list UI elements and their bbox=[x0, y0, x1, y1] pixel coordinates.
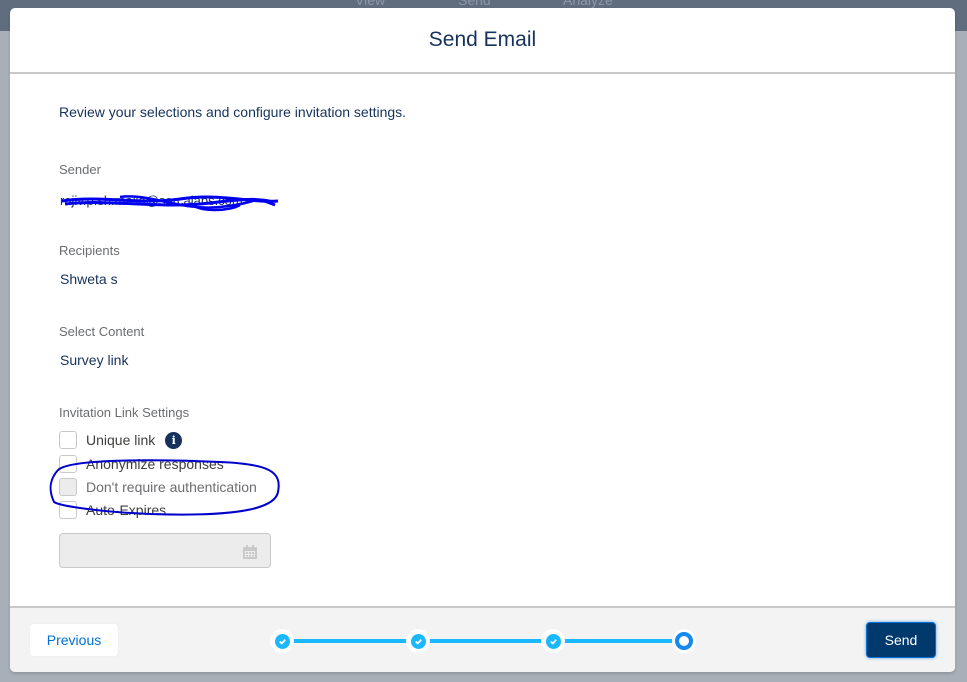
no-auth-label: Don't require authentication bbox=[86, 479, 257, 495]
auto-expires-label: Auto-Expires bbox=[86, 502, 167, 518]
send-button[interactable]: Send bbox=[866, 622, 936, 658]
content-label: Select Content bbox=[59, 324, 145, 339]
tab-view: View bbox=[355, 0, 386, 8]
modal-body: Review your selections and configure inv… bbox=[10, 74, 955, 606]
step-2-completed[interactable] bbox=[406, 629, 430, 653]
unique-link-label: Unique link bbox=[86, 432, 156, 448]
anonymize-label: Anonymize responses bbox=[86, 456, 224, 472]
link-settings-label: Invitation Link Settings bbox=[59, 405, 190, 420]
current-step-ring-icon bbox=[675, 632, 693, 650]
info-icon[interactable]: i bbox=[165, 431, 183, 449]
unique-link-checkbox[interactable] bbox=[59, 431, 77, 449]
modal-title: Send Email bbox=[428, 28, 537, 51]
modal-header: Send Email bbox=[10, 8, 955, 74]
progress-stepper bbox=[268, 626, 698, 656]
no-auth-checkbox bbox=[59, 478, 77, 496]
check-icon bbox=[414, 638, 422, 645]
anonymize-checkbox[interactable] bbox=[59, 455, 77, 473]
step-connector bbox=[426, 639, 546, 643]
send-email-modal: Send Email Review your selections and co… bbox=[10, 8, 955, 672]
step-connector bbox=[290, 639, 410, 643]
modal-footer: Previous Send bbox=[10, 606, 955, 672]
check-icon bbox=[278, 638, 286, 645]
content-value: Survey link bbox=[60, 352, 129, 368]
anonymize-option[interactable]: Anonymize responses bbox=[59, 454, 224, 474]
recipients-label: Recipients bbox=[59, 243, 120, 258]
recipients-value: Shweta s bbox=[60, 271, 118, 287]
hand-drawn-annotation-circle bbox=[49, 459, 280, 516]
step-3-completed[interactable] bbox=[541, 629, 565, 653]
intro-text: Review your selections and configure inv… bbox=[59, 104, 407, 120]
step-connector bbox=[561, 639, 683, 643]
expiry-date-input bbox=[59, 533, 271, 568]
background-tabs: View Send Analyze bbox=[0, 0, 967, 8]
auto-expires-option[interactable]: Auto-Expires bbox=[59, 500, 166, 520]
sender-label: Sender bbox=[59, 162, 101, 177]
check-icon bbox=[549, 638, 557, 645]
tab-send: Send bbox=[458, 0, 491, 8]
calendar-icon bbox=[243, 545, 257, 559]
step-1-completed[interactable] bbox=[270, 629, 294, 653]
tab-analyze: Analyze bbox=[563, 0, 613, 8]
no-auth-option: Don't require authentication bbox=[59, 477, 257, 497]
auto-expires-checkbox[interactable] bbox=[59, 501, 77, 519]
sender-value-redacted: rajiv.p.sh.malla@sorcalabs.com bbox=[60, 191, 280, 213]
step-4-current[interactable] bbox=[672, 629, 696, 653]
unique-link-option[interactable]: Unique link i bbox=[59, 430, 183, 450]
previous-button[interactable]: Previous bbox=[29, 623, 119, 657]
